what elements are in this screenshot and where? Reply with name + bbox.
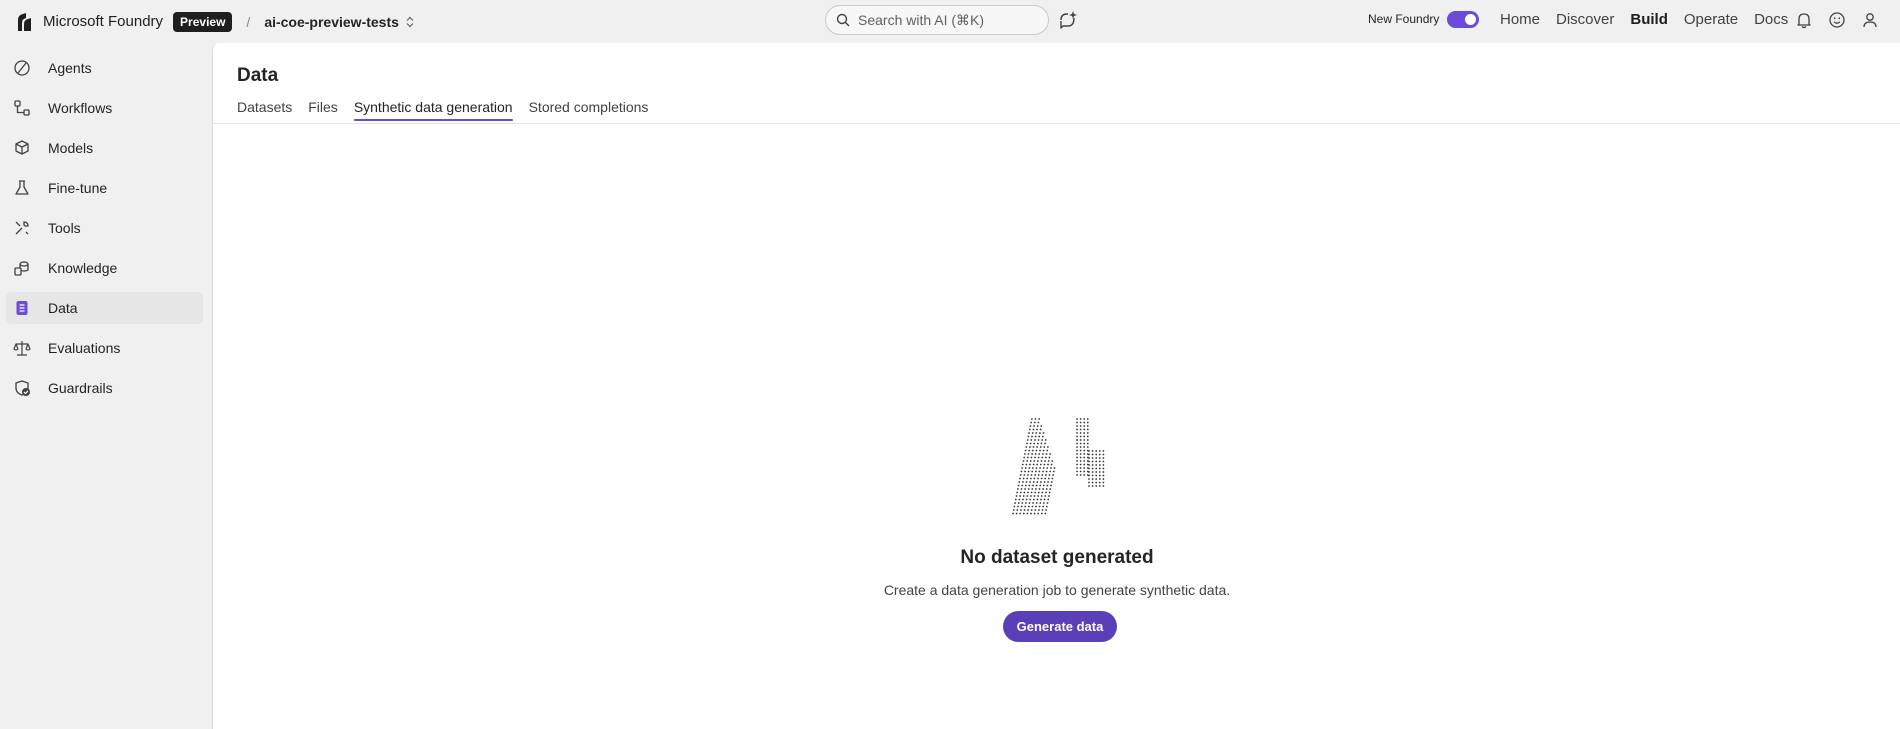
brand[interactable]: Microsoft Foundry Preview	[14, 0, 233, 43]
workflows-icon	[12, 98, 32, 118]
top-nav-build[interactable]: Build	[1630, 11, 1668, 28]
data-icon	[12, 298, 32, 318]
foundry-logo-icon	[14, 12, 34, 32]
new-foundry-toggle[interactable]	[1447, 10, 1480, 28]
sidebar-item-guardrails[interactable]: Guardrails	[6, 372, 203, 404]
sidebar-item-label: Workflows	[48, 100, 113, 116]
search-placeholder: Search with AI (⌘K)	[858, 11, 985, 28]
flask-icon	[12, 178, 32, 198]
chevron-up-down-icon	[406, 16, 414, 27]
smiley-feedback-icon[interactable]	[1826, 9, 1848, 31]
sidebar-item-label: Data	[48, 300, 78, 316]
top-icons	[1793, 9, 1881, 31]
top-nav-docs[interactable]: Docs	[1754, 11, 1788, 28]
sidebar-item-label: Guardrails	[48, 380, 113, 396]
shield-check-icon	[12, 378, 32, 398]
models-icon	[12, 138, 32, 158]
breadcrumb-separator: /	[246, 13, 251, 30]
main-panel: Data Datasets Files Synthetic data gener…	[212, 43, 1900, 729]
sidebar-item-models[interactable]: Models	[6, 132, 203, 164]
dotted-documents-illustration-icon	[1005, 411, 1117, 528]
top-nav-operate[interactable]: Operate	[1684, 11, 1738, 28]
project-name: ai-coe-preview-tests	[264, 13, 399, 30]
empty-state-subtitle: Create a data generation job to generate…	[883, 582, 1231, 598]
agents-icon	[12, 58, 32, 78]
sidebar-item-workflows[interactable]: Workflows	[6, 92, 203, 124]
sidebar-item-label: Agents	[48, 60, 92, 76]
generate-data-button[interactable]: Generate data	[1003, 611, 1117, 642]
sidebar-item-label: Models	[48, 140, 94, 156]
sidebar-item-evaluations[interactable]: Evaluations	[6, 332, 203, 364]
project-selector[interactable]: ai-coe-preview-tests	[264, 14, 415, 30]
top-nav-discover[interactable]: Discover	[1556, 11, 1614, 28]
sidebar-item-agents[interactable]: Agents	[6, 52, 203, 84]
top-nav-home[interactable]: Home	[1500, 11, 1540, 28]
knowledge-icon	[12, 258, 32, 278]
top-bar: Microsoft Foundry Preview / ai-coe-previ…	[0, 0, 1900, 43]
new-foundry-toggle-group: New Foundry	[1368, 0, 1480, 38]
search-icon	[836, 13, 850, 27]
top-nav: Home Discover Build Operate Docs	[1500, 0, 1804, 38]
sidebar-item-data[interactable]: Data	[6, 292, 203, 324]
empty-state-title: No dataset generated	[960, 547, 1154, 568]
sidebar-item-label: Knowledge	[48, 260, 118, 276]
sidebar-item-label: Evaluations	[48, 340, 121, 356]
sidebar-item-knowledge[interactable]: Knowledge	[6, 252, 203, 284]
chat-sparkle-icon[interactable]	[1057, 9, 1079, 31]
toggle-knob	[1465, 13, 1477, 25]
sidebar-item-tools[interactable]: Tools	[6, 212, 203, 244]
sidebar-item-fine-tune[interactable]: Fine-tune	[6, 172, 203, 204]
brand-name: Microsoft Foundry	[43, 13, 164, 30]
sidebar-item-label: Tools	[48, 220, 81, 236]
empty-state: No dataset generated Create a data gener…	[213, 43, 1900, 729]
search-input[interactable]: Search with AI (⌘K)	[825, 5, 1049, 35]
sidebar-item-label: Fine-tune	[48, 180, 108, 196]
bell-icon[interactable]	[1793, 9, 1815, 31]
new-foundry-label: New Foundry	[1368, 12, 1440, 26]
tools-icon	[12, 218, 32, 238]
user-avatar-icon[interactable]	[1859, 9, 1881, 31]
scales-icon	[12, 338, 32, 358]
sidebar: Agents Workflows Models Fine-tune Tools …	[0, 43, 212, 729]
preview-badge: Preview	[173, 11, 233, 32]
